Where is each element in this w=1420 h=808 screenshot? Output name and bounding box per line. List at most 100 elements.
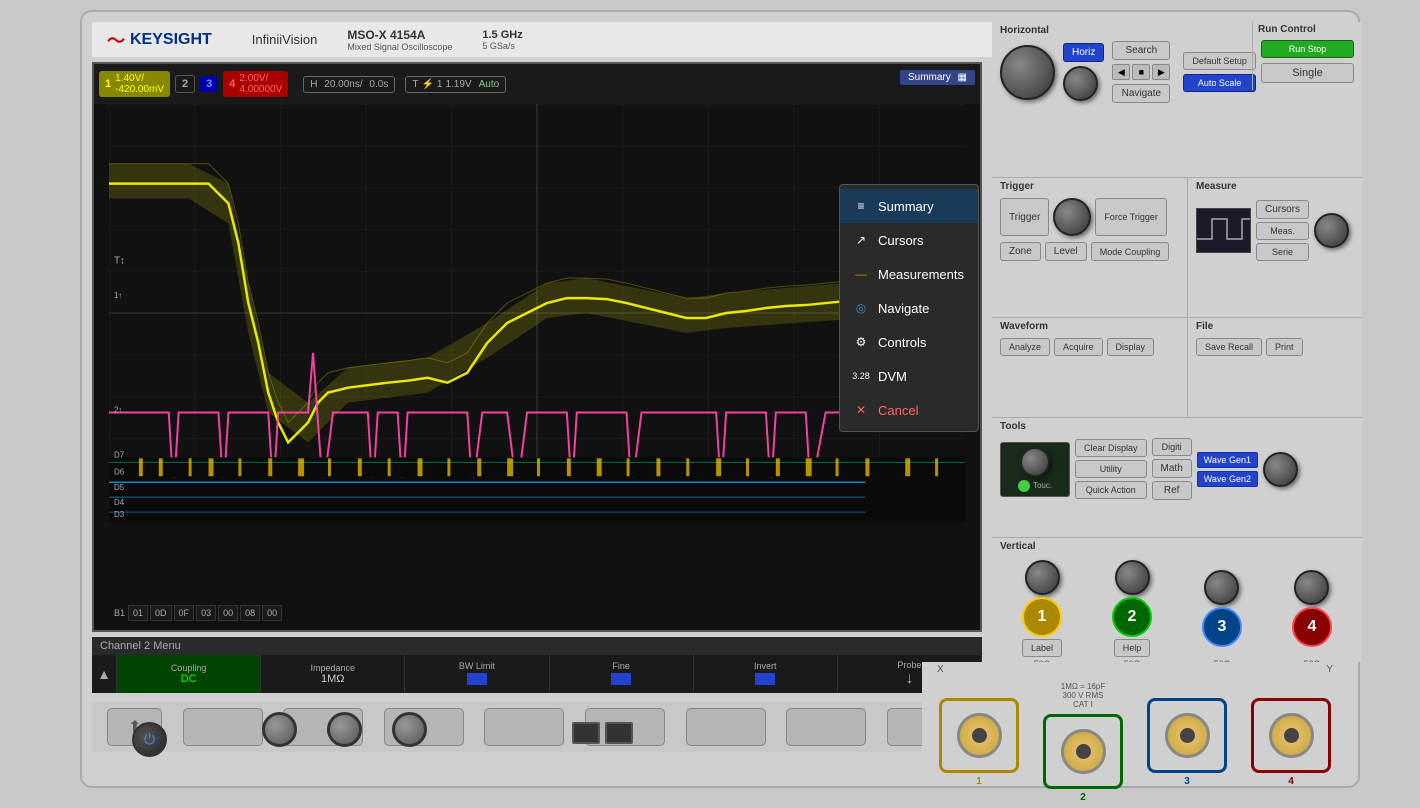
display-button[interactable]: Display: [1107, 338, 1155, 356]
help-button-ch2[interactable]: Help: [1114, 639, 1151, 657]
menu-item-controls[interactable]: ⚙ Controls: [840, 325, 978, 359]
utility-button[interactable]: Utility: [1075, 460, 1147, 478]
nav-next-button[interactable]: ▶: [1152, 64, 1170, 80]
ch4-vertical-knob[interactable]: [1294, 570, 1329, 605]
physical-key-1[interactable]: [183, 708, 263, 746]
file-buttons: Save Recall Print: [1188, 335, 1362, 359]
physical-key-7[interactable]: [786, 708, 866, 746]
menu-item-cancel[interactable]: ✕ Cancel: [840, 393, 978, 427]
tools-knob[interactable]: [1263, 452, 1298, 487]
physical-key-4[interactable]: [484, 708, 564, 746]
ch3-vertical-knob[interactable]: [1204, 570, 1239, 605]
oscilloscope-body: 〜 KEYSIGHT InfiniiVision MSO-X 4154A Mix…: [80, 10, 1360, 788]
search-button[interactable]: Search: [1112, 41, 1170, 60]
softkey-impedance[interactable]: Impedance 1MΩ: [261, 655, 405, 693]
svg-text:D6: D6: [114, 467, 125, 476]
usb-port-2[interactable]: [605, 722, 633, 744]
label-button-ch1[interactable]: Label: [1022, 639, 1062, 657]
ch2-port[interactable]: [1061, 729, 1106, 774]
level-button[interactable]: Level: [1045, 242, 1087, 261]
analyze-button[interactable]: Analyze: [1000, 338, 1050, 356]
clear-display-button[interactable]: Clear Display: [1075, 439, 1147, 457]
ch2-connector-frame: [1043, 714, 1123, 789]
measure-knob[interactable]: [1314, 213, 1349, 248]
tools-buttons-col2: Digiti Math Ref: [1152, 438, 1192, 500]
math-button[interactable]: Math: [1152, 459, 1192, 478]
h-badge[interactable]: H 20.00ns/ 0.0s: [303, 76, 395, 93]
single-button[interactable]: Single: [1261, 63, 1354, 83]
ch1-vertical-knob[interactable]: [1025, 560, 1060, 595]
binary-cell-5: 08: [240, 605, 260, 621]
force-trigger-button[interactable]: Force Trigger: [1095, 198, 1167, 236]
acquire-button[interactable]: Acquire: [1054, 338, 1103, 356]
ch4-vertical-button[interactable]: 4: [1292, 607, 1332, 647]
summary-button[interactable]: Summary ▦: [900, 70, 975, 85]
quick-action-button[interactable]: Quick Action: [1075, 481, 1147, 499]
softkey-invert[interactable]: Invert: [694, 655, 838, 693]
trigger-buttons-row1: Trigger Force Trigger: [992, 195, 1187, 239]
ch3-badge[interactable]: 3: [200, 76, 218, 92]
zoom-knob[interactable]: [1063, 66, 1098, 101]
binary-cell-2: 0F: [174, 605, 195, 621]
serie-button[interactable]: Serie: [1256, 243, 1309, 261]
run-stop-button[interactable]: Run Stop: [1261, 40, 1354, 58]
navigate-button[interactable]: Navigate: [1112, 84, 1170, 103]
file-label: File: [1188, 318, 1362, 335]
ch1-badge[interactable]: 1 1.40V/ -420.00mV: [99, 71, 170, 97]
probe-conn-2[interactable]: [327, 712, 362, 747]
ch2-vertical-button[interactable]: 2: [1112, 597, 1152, 637]
usb-port-1[interactable]: [572, 722, 600, 744]
probe-label: Probe: [897, 660, 921, 670]
power-button[interactable]: ⏻: [132, 722, 167, 757]
file-section: File Save Recall Print: [1187, 317, 1362, 417]
menu-item-navigate[interactable]: ◎ Navigate: [840, 291, 978, 325]
connector-ports-row: 1 1MΩ = 16pF300 V RMSCAT I 2: [922, 677, 1348, 808]
trigger-knob[interactable]: [1053, 198, 1091, 236]
print-button[interactable]: Print: [1266, 338, 1303, 356]
ch3-port[interactable]: [1165, 713, 1210, 758]
menu-item-dvm[interactable]: 3.28 DVM: [840, 359, 978, 393]
menu-item-measurements[interactable]: — Measurements: [840, 257, 978, 291]
menu-item-cursors[interactable]: ↗ Cursors: [840, 223, 978, 257]
auto-scale-button[interactable]: Auto Scale: [1183, 74, 1256, 92]
softkey-fine[interactable]: Fine: [550, 655, 694, 693]
digiti-button[interactable]: Digiti: [1152, 438, 1192, 456]
ch2-badge[interactable]: 2: [175, 75, 195, 93]
save-recall-button[interactable]: Save Recall: [1196, 338, 1262, 356]
run-control-label: Run Control: [1258, 24, 1357, 35]
ch4-badge[interactable]: 4 2.00V/ 4.00000V: [223, 71, 288, 97]
summary-label: Summary: [908, 72, 951, 83]
meas-button[interactable]: Meas.: [1256, 222, 1309, 240]
ch3-vertical-button[interactable]: 3: [1202, 607, 1242, 647]
wave-gen1-button[interactable]: Wave Gen1: [1197, 452, 1258, 468]
ch2-vertical-knob[interactable]: [1115, 560, 1150, 595]
ch1-val2: -420.00mV: [115, 84, 164, 95]
wave-gen2-button[interactable]: Wave Gen2: [1197, 471, 1258, 487]
trigger-label: Trigger: [992, 178, 1187, 195]
ch4-port[interactable]: [1269, 713, 1314, 758]
t-badge[interactable]: T ⚡ 1 1.19V Auto: [405, 76, 506, 93]
context-menu: ≡ Summary ↗ Cursors — Measurements ◎ Nav…: [839, 184, 979, 432]
nav-prev-button[interactable]: ◀: [1112, 64, 1130, 80]
physical-key-6[interactable]: [686, 708, 766, 746]
cursors-button[interactable]: Cursors: [1256, 200, 1309, 219]
softkey-bw-limit[interactable]: BW Limit: [405, 655, 549, 693]
vertical-knobs-row: 1 Label 2 Help 3: [992, 555, 1362, 657]
ref-button[interactable]: Ref: [1152, 481, 1192, 500]
mode-coupling-button[interactable]: Mode Coupling: [1091, 242, 1170, 261]
zone-button[interactable]: Zone: [1000, 242, 1041, 261]
probe-conn-3[interactable]: [392, 712, 427, 747]
horiz-button[interactable]: Horiz: [1063, 43, 1104, 62]
ch1-port[interactable]: [957, 713, 1002, 758]
softkey-arrow-left[interactable]: ▲: [92, 655, 117, 693]
brand-spec1: 1.5 GHz: [482, 29, 522, 41]
ch1-vertical-button[interactable]: 1: [1022, 597, 1062, 637]
menu-item-summary[interactable]: ≡ Summary: [840, 189, 978, 223]
softkey-coupling[interactable]: Coupling DC: [117, 655, 261, 693]
intensity-select-knob[interactable]: [1020, 447, 1050, 477]
default-setup-button[interactable]: Default Setup: [1183, 52, 1256, 70]
trigger-button[interactable]: Trigger: [1000, 198, 1049, 236]
nav-stop-button[interactable]: ■: [1132, 64, 1150, 80]
probe-conn-1[interactable]: [262, 712, 297, 747]
horizontal-position-knob[interactable]: [1000, 45, 1055, 100]
